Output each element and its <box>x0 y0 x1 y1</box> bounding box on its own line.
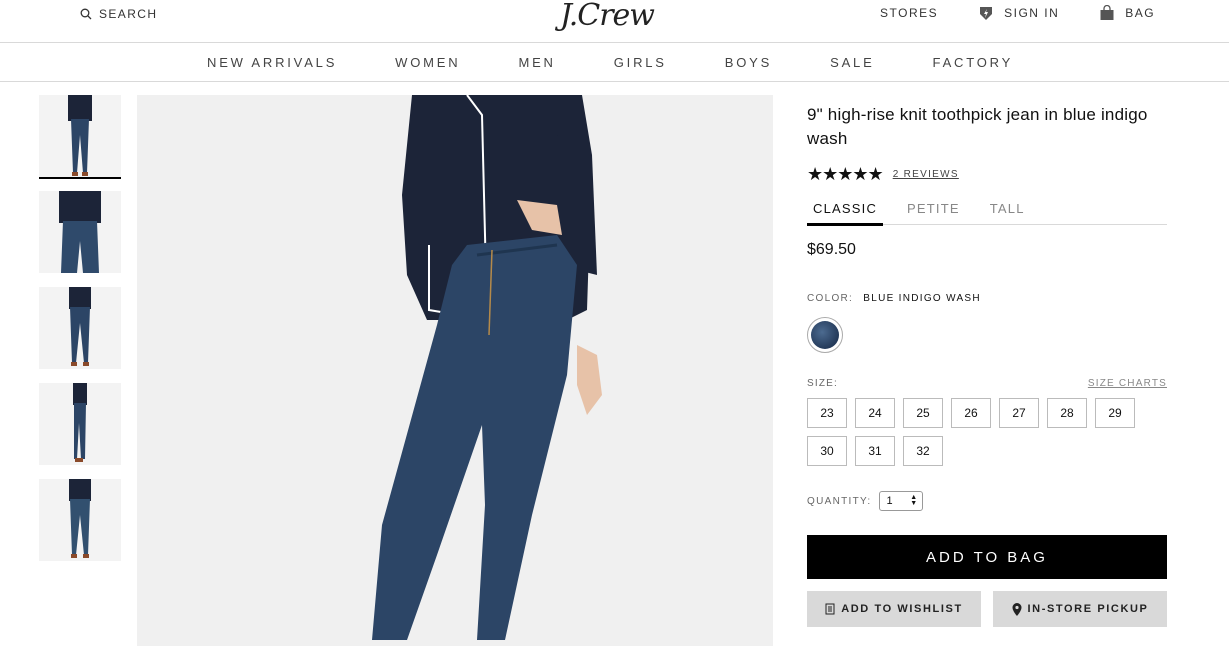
nav-item-boys[interactable]: BOYS <box>725 55 772 70</box>
tab-tall[interactable]: TALL <box>984 195 1031 224</box>
size-option-25[interactable]: 25 <box>903 398 943 428</box>
add-to-wishlist-label: ADD TO WISHLIST <box>841 603 963 615</box>
star-rating: ★★★★★ <box>807 164 884 184</box>
size-option-26[interactable]: 26 <box>951 398 991 428</box>
product-price: $69.50 <box>807 241 856 258</box>
thumbnail-back[interactable] <box>39 479 121 561</box>
size-option-30[interactable]: 30 <box>807 436 847 466</box>
sign-in-label: SIGN IN <box>1004 6 1060 20</box>
user-badge-icon <box>980 7 993 20</box>
top-header: SEARCH J.Crew STORES SIGN IN BAG <box>0 0 1229 43</box>
color-label: COLOR: <box>807 293 854 304</box>
size-option-31[interactable]: 31 <box>855 436 895 466</box>
color-row: COLOR: BLUE INDIGO WASH <box>807 293 1167 304</box>
thumbnail-full-front[interactable] <box>39 287 121 369</box>
stores-label: STORES <box>880 6 939 20</box>
color-value: BLUE INDIGO WASH <box>863 293 981 304</box>
color-swatch-blue-indigo[interactable] <box>807 317 843 353</box>
quantity-row: QUANTITY: 1 ▲ ▼ <box>807 491 1167 511</box>
product-title: 9" high-rise knit toothpick jean in blue… <box>807 105 1148 148</box>
quantity-label: QUANTITY: <box>807 495 872 507</box>
utility-nav: STORES SIGN IN BAG <box>880 5 1155 21</box>
stores-link[interactable]: STORES <box>880 6 938 20</box>
bag-link[interactable]: BAG <box>1099 5 1155 21</box>
location-pin-icon <box>1012 602 1021 616</box>
fit-tabs: CLASSIC PETITE TALL <box>807 195 1167 226</box>
reviews-link[interactable]: 2 REVIEWS <box>893 169 959 180</box>
product-details: 9" high-rise knit toothpick jean in blue… <box>807 103 1167 627</box>
search-label: SEARCH <box>99 7 158 21</box>
size-option-23[interactable]: 23 <box>807 398 847 428</box>
product-main-image[interactable] <box>137 95 773 646</box>
size-option-27[interactable]: 27 <box>999 398 1039 428</box>
size-option-29[interactable]: 29 <box>1095 398 1135 428</box>
wishlist-icon <box>825 603 835 615</box>
thumbnail-closeup[interactable] <box>39 191 121 273</box>
thumbnail-side[interactable] <box>39 383 121 465</box>
quantity-select[interactable]: 1 ▲ ▼ <box>879 491 924 511</box>
in-store-pickup-button[interactable]: IN-STORE PICKUP <box>993 591 1167 627</box>
sign-in-link[interactable]: SIGN IN <box>978 5 1059 21</box>
add-to-bag-button[interactable]: ADD TO BAG <box>807 535 1167 579</box>
in-store-pickup-label: IN-STORE PICKUP <box>1027 603 1149 615</box>
size-label: SIZE: <box>807 378 839 389</box>
size-option-24[interactable]: 24 <box>855 398 895 428</box>
nav-item-men[interactable]: MEN <box>518 55 555 70</box>
tab-classic[interactable]: CLASSIC <box>807 195 884 226</box>
nav-item-women[interactable]: WOMEN <box>395 55 460 70</box>
search-button[interactable]: SEARCH <box>80 7 157 21</box>
color-swatch-fill <box>811 321 839 349</box>
size-options: 23 24 25 26 27 28 29 30 31 32 <box>807 398 1167 474</box>
secondary-actions: ADD TO WISHLIST IN-STORE PICKUP <box>807 591 1167 627</box>
size-option-32[interactable]: 32 <box>903 436 943 466</box>
select-arrows-icon: ▲ ▼ <box>910 494 919 507</box>
size-header: SIZE: SIZE CHARTS <box>807 378 1167 389</box>
nav-item-girls[interactable]: GIRLS <box>614 55 667 70</box>
quantity-value: 1 <box>886 495 894 507</box>
thumbnail-front[interactable] <box>39 95 121 179</box>
nav-item-factory[interactable]: FACTORY <box>933 55 1014 70</box>
search-icon <box>80 8 92 20</box>
add-to-wishlist-button[interactable]: ADD TO WISHLIST <box>807 591 981 627</box>
thumbnail-list <box>39 95 121 575</box>
tab-petite[interactable]: PETITE <box>901 195 966 224</box>
rating-row: ★★★★★ 2 REVIEWS <box>807 164 1167 185</box>
size-charts-link[interactable]: SIZE CHARTS <box>1088 378 1167 389</box>
nav-item-sale[interactable]: SALE <box>830 55 874 70</box>
bag-label: BAG <box>1125 6 1156 20</box>
size-option-28[interactable]: 28 <box>1047 398 1087 428</box>
brand-logo[interactable]: J.Crew <box>560 0 655 33</box>
shopping-bag-icon <box>1100 5 1114 20</box>
nav-item-new-arrivals[interactable]: NEW ARRIVALS <box>207 55 337 70</box>
main-nav: NEW ARRIVALS WOMEN MEN GIRLS BOYS SALE F… <box>0 43 1229 82</box>
